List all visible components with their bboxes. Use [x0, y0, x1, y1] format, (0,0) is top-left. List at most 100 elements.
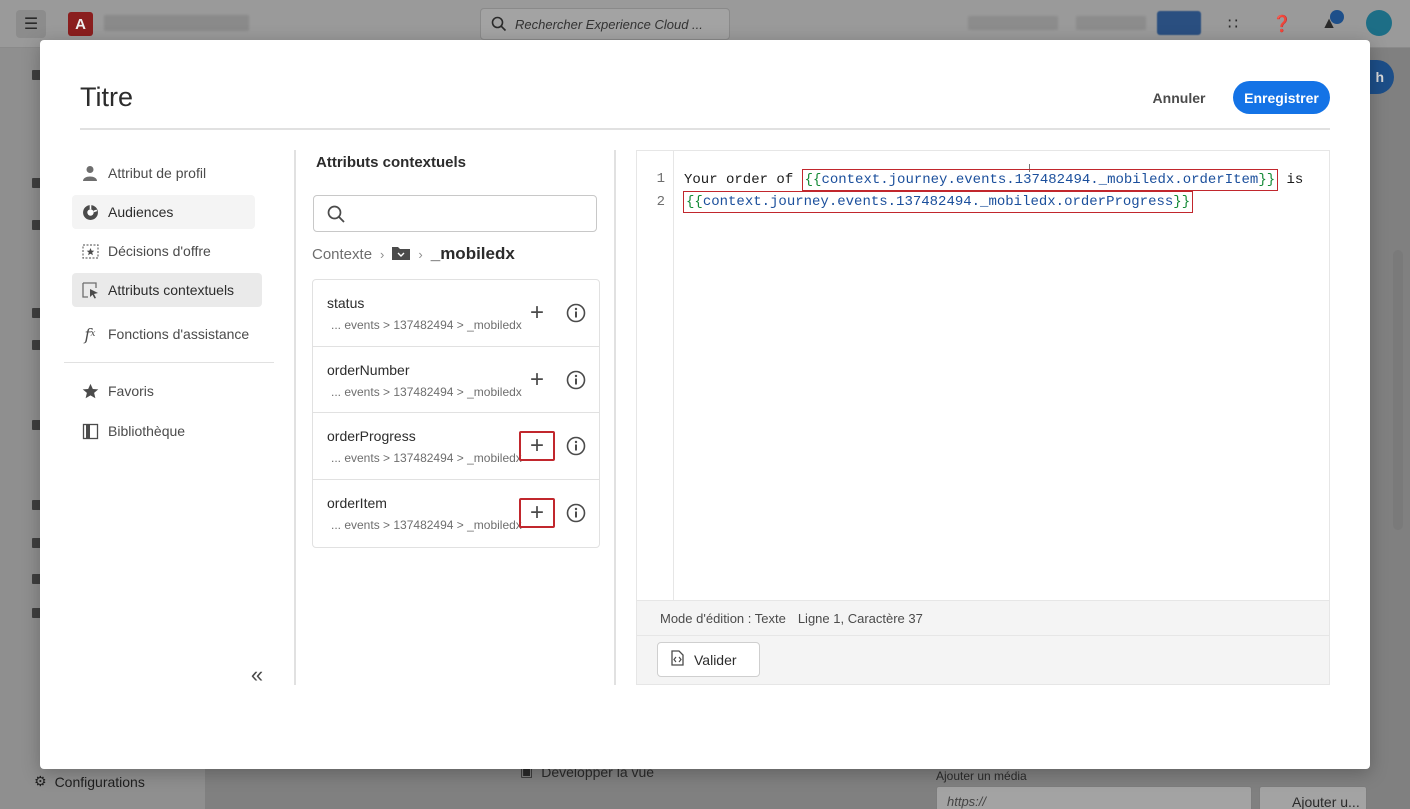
cancel-button[interactable]: Annuler: [1144, 86, 1214, 110]
token-brace-open: {{: [686, 194, 703, 210]
code-text: Your order of: [684, 172, 802, 188]
audiences-icon: [81, 203, 99, 221]
validate-label: Valider: [694, 651, 737, 668]
personalization-token[interactable]: {{context.journey.events.137482494._mobi…: [683, 191, 1194, 213]
background-scrollbar[interactable]: [1393, 250, 1403, 530]
code-line-1[interactable]: Your order of {{context.journey.events.1…: [684, 169, 1303, 191]
code-text: is: [1278, 172, 1304, 188]
breadcrumb-root[interactable]: Contexte: [312, 246, 372, 263]
attribute-list: status ... events > 137482494 > _mobiled…: [312, 279, 600, 548]
attribute-name: orderNumber: [327, 361, 410, 378]
token-brace-close: }}: [1173, 194, 1191, 210]
nav-item-contextual-attributes[interactable]: Attributs contextuels: [72, 273, 262, 307]
code-line-2[interactable]: {{context.journey.events.137482494._mobi…: [683, 191, 1194, 213]
cursor-position-status: Ligne 1, Caractère 37: [797, 610, 923, 626]
nav-item-label: Audiences: [108, 204, 174, 220]
media-label: Ajouter un média: [936, 769, 1027, 783]
token-brace-open: {{: [804, 172, 822, 188]
personalization-editor-dialog: Titre Annuler Enregistrer Attribut de pr…: [40, 40, 1370, 769]
attribute-path: ... events > 137482494 > _mobiledx: [331, 318, 522, 332]
nav-configurations[interactable]: ⚙ Configurations: [34, 773, 145, 790]
apps-grid-icon[interactable]: ∷: [1222, 13, 1244, 35]
nav-item-profile-attributes[interactable]: Attribut de profil: [72, 156, 262, 190]
nav-item-helper-functions[interactable]: fx Fonctions d'assistance: [72, 317, 262, 351]
nav-item-label: Attribut de profil: [108, 165, 207, 181]
search-icon: [491, 16, 507, 32]
nav-item-audiences[interactable]: Audiences: [72, 195, 255, 229]
attribute-name: orderProgress: [327, 428, 416, 445]
personalization-token[interactable]: {{context.journey.events.137482494._mobi…: [801, 169, 1279, 191]
save-button[interactable]: Enregistrer: [1233, 81, 1330, 114]
info-icon[interactable]: [565, 435, 587, 457]
editor-status-bar: Mode d'édition : Texte Ligne 1, Caractèr…: [637, 600, 1329, 636]
line-number: 2: [656, 194, 665, 210]
info-icon[interactable]: [565, 302, 587, 324]
add-attribute-button[interactable]: +: [519, 431, 555, 462]
plus-icon: +: [529, 365, 544, 393]
token-path: context.journey.events.137482494._mobile…: [821, 172, 1259, 188]
edit-mode-status: Mode d'édition : Texte: [660, 610, 786, 626]
user-avatar[interactable]: [1366, 10, 1392, 36]
library-icon: [81, 422, 99, 440]
panel-divider: [294, 150, 296, 685]
function-fx-icon: fx: [84, 324, 96, 344]
nav-configurations-label: Configurations: [54, 773, 145, 790]
add-attribute-button[interactable]: +: [519, 298, 555, 328]
help-icon[interactable]: ❓: [1271, 13, 1293, 35]
nav-item-label: Fonctions d'assistance: [108, 326, 250, 342]
panel-divider: [614, 150, 616, 685]
menu-icon[interactable]: ☰: [16, 10, 46, 38]
list-item: orderProgress ... events > 137482494 > _…: [313, 413, 599, 481]
editor-side-nav: Attribut de profil Audiences Décisions d…: [64, 150, 279, 690]
media-url-input[interactable]: https://: [936, 786, 1252, 809]
info-icon[interactable]: [565, 502, 587, 524]
dialog-title: Titre: [80, 82, 133, 112]
chevron-right-icon: ›: [418, 246, 423, 262]
add-media-button[interactable]: Ajouter u...: [1259, 786, 1367, 809]
notification-badge: [1330, 10, 1344, 24]
global-search-placeholder: Rechercher Experience Cloud ...: [515, 16, 703, 32]
list-item: orderNumber ... events > 137482494 > _mo…: [313, 347, 599, 414]
nav-item-label: Attributs contextuels: [108, 282, 235, 298]
attribute-search-field: [313, 195, 597, 232]
add-attribute-button[interactable]: +: [519, 498, 555, 529]
folder-icon[interactable]: [392, 245, 411, 264]
star-icon: [81, 382, 99, 400]
nav-item-offer-decisions[interactable]: Décisions d'offre: [72, 234, 262, 268]
attribute-name: orderItem: [327, 495, 387, 512]
validate-button[interactable]: Valider: [657, 642, 760, 677]
nav-item-label: Décisions d'offre: [108, 243, 211, 259]
plus-icon: +: [529, 432, 544, 460]
nav-item-label: Bibliothèque: [108, 423, 186, 439]
token-path: context.journey.events.137482494._mobile…: [702, 194, 1174, 210]
sandbox-badge[interactable]: [1157, 11, 1201, 35]
expression-editor: 1 2 Your order of {{context.journey.even…: [636, 150, 1330, 685]
global-search-input[interactable]: Rechercher Experience Cloud ...: [480, 8, 730, 40]
plus-icon: +: [529, 299, 544, 326]
adobe-logo-icon: A: [68, 12, 93, 36]
code-validate-icon: [671, 650, 684, 669]
attribute-search-input[interactable]: [353, 198, 596, 229]
collapse-panel-icon[interactable]: «: [244, 662, 270, 688]
token-brace-close: }}: [1258, 172, 1276, 188]
offer-decision-icon: [81, 242, 99, 260]
info-icon[interactable]: [565, 369, 587, 391]
sandbox-name-blurred: [1076, 16, 1146, 30]
contextual-attribute-icon: [81, 281, 99, 299]
add-attribute-button[interactable]: +: [519, 365, 555, 395]
nav-item-favorites[interactable]: Favoris: [72, 374, 262, 408]
breadcrumb-current: _mobiledx: [430, 244, 515, 263]
attribute-path: ... events > 137482494 > _mobiledx: [331, 451, 522, 466]
attribute-path: ... events > 137482494 > _mobiledx: [331, 518, 522, 533]
nav-divider: [64, 362, 274, 363]
editor-footer: Valider: [637, 636, 1329, 684]
person-icon: [81, 164, 99, 182]
gear-icon: ⚙: [34, 773, 47, 789]
attribute-name: status: [327, 295, 365, 311]
search-icon: [327, 205, 345, 223]
title-divider: [80, 128, 1330, 130]
nav-item-label: Favoris: [108, 383, 154, 399]
nav-item-library[interactable]: Bibliothèque: [72, 414, 262, 448]
chevron-right-icon: ›: [380, 246, 385, 262]
app-name-blurred: [104, 15, 249, 31]
